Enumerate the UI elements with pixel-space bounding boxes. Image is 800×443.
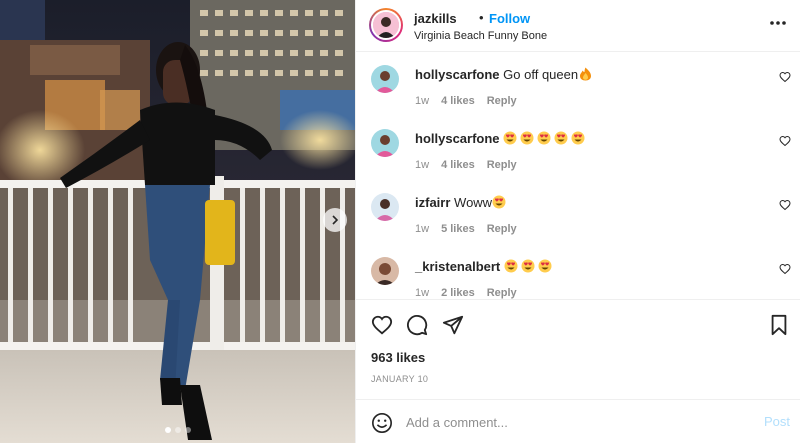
comment-text: _kristenalbert bbox=[415, 259, 555, 274]
comment-text: hollyscarfone Go off queen bbox=[415, 67, 592, 82]
comment-username[interactable]: hollyscarfone bbox=[415, 131, 500, 146]
heart-icon[interactable] bbox=[779, 263, 791, 275]
heart-eyes-emoji-icon bbox=[492, 195, 506, 209]
heart-eyes-emoji-group bbox=[492, 195, 509, 210]
comment-username[interactable]: _kristenalbert bbox=[415, 259, 500, 274]
post-media[interactable] bbox=[0, 0, 355, 443]
comment-item: izfairr Woww 1w 5 likes Reply bbox=[356, 181, 800, 245]
heart-eyes-emoji-icon bbox=[571, 131, 585, 145]
likes-count[interactable]: 963 likes bbox=[371, 350, 425, 365]
heart-eyes-emoji-group bbox=[504, 259, 555, 274]
carousel-next-button[interactable] bbox=[323, 208, 347, 232]
carousel-dot bbox=[184, 427, 191, 433]
commenter-avatar[interactable] bbox=[371, 193, 399, 221]
comments-list[interactable]: hollyscarfone Go off queen 1w 4 likes Re… bbox=[356, 53, 800, 299]
heart-icon[interactable] bbox=[779, 135, 791, 147]
heart-eyes-emoji-icon bbox=[520, 131, 534, 145]
comment-item: _kristenalbert 1w 2 likes Reply bbox=[356, 245, 800, 299]
send-icon[interactable] bbox=[442, 314, 464, 336]
comment-text: izfairr Woww bbox=[415, 195, 509, 210]
carousel-dot bbox=[164, 427, 171, 433]
comment-icon[interactable] bbox=[406, 314, 428, 336]
fire-emoji-icon bbox=[580, 67, 592, 81]
comment-body: Go off queen bbox=[503, 67, 579, 82]
carousel-dot bbox=[174, 427, 181, 433]
comment-body: Woww bbox=[454, 195, 493, 210]
post-photo bbox=[0, 0, 355, 443]
smiley-icon[interactable] bbox=[371, 412, 393, 434]
comment-meta: 1w 2 likes Reply bbox=[415, 287, 517, 299]
bookmark-icon[interactable] bbox=[768, 314, 790, 336]
carousel-indicators bbox=[0, 427, 355, 433]
comment-time[interactable]: 1w bbox=[415, 223, 429, 235]
heart-icon[interactable] bbox=[779, 199, 791, 211]
avatar-image bbox=[373, 12, 399, 38]
post-actions: 963 likes JANUARY 10 bbox=[356, 299, 800, 399]
post-location[interactable]: Virginia Beach Funny Bone bbox=[414, 30, 547, 42]
comment-time[interactable]: 1w bbox=[415, 287, 429, 299]
chevron-right-icon bbox=[332, 215, 339, 225]
comment-username[interactable]: hollyscarfone bbox=[415, 67, 500, 82]
separator-dot: • bbox=[479, 10, 484, 25]
author-avatar[interactable] bbox=[369, 8, 403, 42]
comment-meta: 1w 5 likes Reply bbox=[415, 223, 517, 235]
heart-eyes-emoji-icon bbox=[537, 131, 551, 145]
heart-eyes-emoji-icon bbox=[554, 131, 568, 145]
follow-button[interactable]: Follow bbox=[489, 11, 530, 26]
reply-button[interactable]: Reply bbox=[487, 159, 517, 171]
comment-username[interactable]: izfairr bbox=[415, 195, 450, 210]
post-header: jazkills • Follow Virginia Beach Funny B… bbox=[356, 0, 800, 52]
heart-eyes-emoji-icon bbox=[521, 259, 535, 273]
author-username[interactable]: jazkills bbox=[414, 11, 457, 26]
more-horizontal-icon[interactable] bbox=[768, 13, 788, 33]
comment-item: hollyscarfone 1w 4 likes Reply bbox=[356, 117, 800, 181]
post-comment-button[interactable]: Post bbox=[764, 414, 790, 429]
comment-likes[interactable]: 2 likes bbox=[441, 287, 475, 299]
heart-eyes-emoji-group bbox=[503, 131, 588, 146]
post-date[interactable]: JANUARY 10 bbox=[371, 374, 428, 384]
comment-likes[interactable]: 4 likes bbox=[441, 95, 475, 107]
post-panel: jazkills • Follow Virginia Beach Funny B… bbox=[355, 0, 800, 443]
reply-button[interactable]: Reply bbox=[487, 287, 517, 299]
reply-button[interactable]: Reply bbox=[487, 223, 517, 235]
comment-text: hollyscarfone bbox=[415, 131, 588, 146]
commenter-avatar[interactable] bbox=[371, 257, 399, 285]
commenter-avatar[interactable] bbox=[371, 65, 399, 93]
comment-item: hollyscarfone Go off queen 1w 4 likes Re… bbox=[356, 53, 800, 117]
commenter-avatar[interactable] bbox=[371, 129, 399, 157]
comment-meta: 1w 4 likes Reply bbox=[415, 159, 517, 171]
heart-eyes-emoji-icon bbox=[504, 259, 518, 273]
add-comment-bar: Post bbox=[356, 399, 800, 443]
comment-input[interactable] bbox=[406, 412, 736, 432]
comment-likes[interactable]: 5 likes bbox=[441, 223, 475, 235]
comment-likes[interactable]: 4 likes bbox=[441, 159, 475, 171]
comment-meta: 1w 4 likes Reply bbox=[415, 95, 517, 107]
heart-icon[interactable] bbox=[779, 71, 791, 83]
instagram-post: jazkills • Follow Virginia Beach Funny B… bbox=[0, 0, 800, 443]
heart-eyes-emoji-icon bbox=[503, 131, 517, 145]
comment-time[interactable]: 1w bbox=[415, 159, 429, 171]
comment-time[interactable]: 1w bbox=[415, 95, 429, 107]
reply-button[interactable]: Reply bbox=[487, 95, 517, 107]
heart-eyes-emoji-icon bbox=[538, 259, 552, 273]
heart-icon[interactable] bbox=[371, 314, 393, 336]
